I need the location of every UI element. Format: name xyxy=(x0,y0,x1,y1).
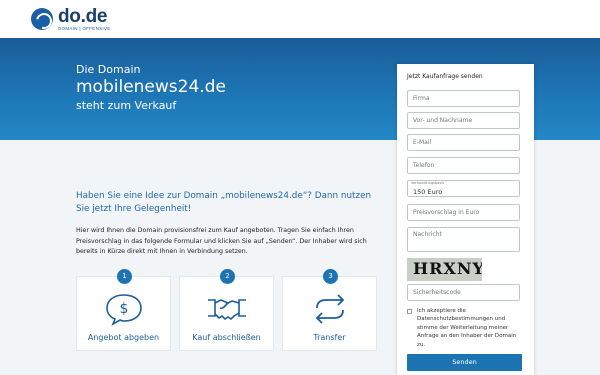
step-number: 2 xyxy=(220,269,235,284)
logo-mark-icon xyxy=(31,8,53,30)
send-button[interactable]: Senden xyxy=(407,354,522,371)
price-offer-field[interactable]: Preisvorschlag in Euro xyxy=(407,204,520,221)
hero-domain-name: mobilenews24.de xyxy=(76,77,226,97)
logo-tagline: DOMAIN | OFFENSIVE xyxy=(58,25,111,31)
step-card-purchase: 2 Kauf abschließen xyxy=(179,269,274,351)
logo-name: do.de xyxy=(58,5,108,27)
step-number: 3 xyxy=(323,269,338,284)
hero-subtitle-sale: steht zum Verkauf xyxy=(76,99,177,112)
consent-checkbox[interactable] xyxy=(407,309,412,314)
name-field[interactable]: Vor- und Nachname xyxy=(407,112,520,129)
headline: Haben Sie eine Idee zur Domain „mobilene… xyxy=(76,191,372,214)
step-label: Transfer xyxy=(313,333,346,342)
step-label: Angebot abgeben xyxy=(87,333,160,342)
form-title: Jetzt Kaufanfrage senden xyxy=(407,73,483,80)
captcha-image: HRXNY xyxy=(407,258,482,281)
svg-text:$: $ xyxy=(120,301,129,317)
description: Hier wird Ihnen die Domain provisionsfre… xyxy=(76,227,367,255)
step-card-offer: 1 $ Angebot abgeben xyxy=(76,269,171,351)
handshake-icon xyxy=(208,299,246,321)
step-label: Kauf abschließen xyxy=(192,333,261,342)
step-card-transfer: 3 Transfer xyxy=(282,269,377,351)
price-basis-field[interactable]: Verhandlungsbasis 150 Euro xyxy=(407,180,520,197)
company-field[interactable]: Firma xyxy=(407,90,520,107)
consent-text: Ich akzeptiere die Datenschutzbestimmung… xyxy=(417,308,517,348)
transfer-arrows-icon xyxy=(315,294,345,324)
dollar-speech-bubble-icon: $ xyxy=(106,294,142,326)
top-bar: do.de DOMAIN | OFFENSIVE xyxy=(0,0,600,38)
purchase-request-form: Jetzt Kaufanfrage senden Firma Vor- und … xyxy=(397,64,534,375)
security-code-field[interactable]: Sicherheitscode xyxy=(407,284,520,301)
captcha-text: HRXNY xyxy=(413,259,482,278)
message-field[interactable]: Nachricht xyxy=(407,227,520,252)
step-number: 1 xyxy=(117,269,132,284)
price-basis-value: 150 Euro xyxy=(413,188,443,196)
logo[interactable]: do.de DOMAIN | OFFENSIVE xyxy=(31,4,111,34)
phone-field[interactable]: Telefon xyxy=(407,157,520,174)
hero-subtitle: Die Domain xyxy=(76,63,141,76)
email-field[interactable]: E-Mail xyxy=(407,134,520,151)
